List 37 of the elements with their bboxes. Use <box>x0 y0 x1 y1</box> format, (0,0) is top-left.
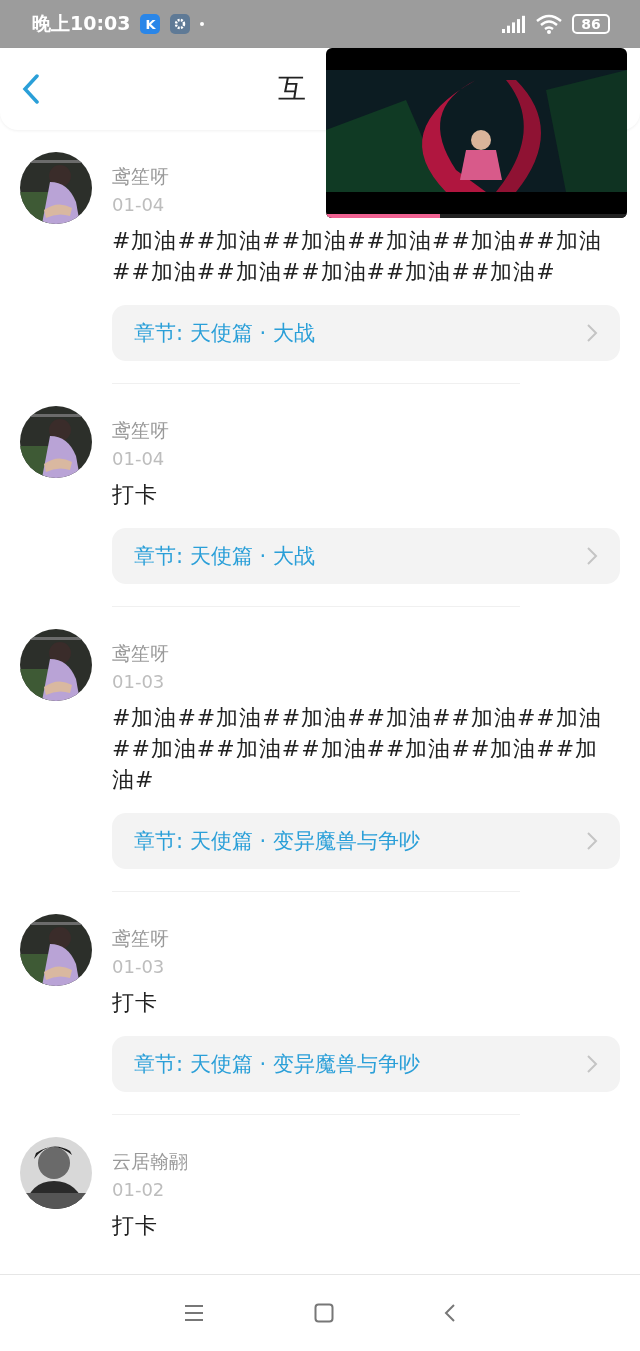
dot-icon <box>200 22 205 26</box>
author-name: 云居翰翮 <box>112 1149 189 1174</box>
status-time: 晚上10:03 <box>32 11 131 36</box>
post-date: 01-03 <box>112 956 166 977</box>
chevron-right-icon <box>586 1054 598 1074</box>
post-date: 01-04 <box>112 194 166 215</box>
author-name: 鸢笙呀 <box>112 641 170 666</box>
back-icon[interactable] <box>22 74 40 104</box>
wifi-icon <box>536 14 562 34</box>
app-notification-icon: K <box>140 14 161 34</box>
author-name: 鸢笙呀 <box>112 418 170 443</box>
post-content: 打卡 <box>112 989 159 1017</box>
chapter-link[interactable]: 章节: 天使篇 · 变异魔兽与争吵 <box>112 1036 620 1092</box>
post-date: 01-03 <box>112 671 166 692</box>
menu-icon[interactable] <box>184 1304 204 1322</box>
chevron-right-icon <box>586 546 598 566</box>
signal-icon <box>502 15 526 33</box>
author-name: 鸢笙呀 <box>112 926 170 951</box>
post-date: 01-02 <box>112 1179 166 1200</box>
settings-icon <box>170 14 191 34</box>
home-icon[interactable] <box>314 1303 334 1323</box>
chapter-link[interactable]: 章节: 天使篇 · 变异魔兽与争吵 <box>112 813 620 869</box>
battery-icon: 86 <box>572 14 610 34</box>
post-content: #加油##加油##加油##加油##加油##加油##加油##加油##加油##加油##加油##加油# <box>112 704 603 794</box>
video-player[interactable] <box>326 48 627 218</box>
author-name: 鸢笙呀 <box>112 164 170 189</box>
post-content: #加油##加油##加油##加油##加油##加油##加油##加油##加油##加油##加油# <box>112 227 603 286</box>
chevron-right-icon <box>586 831 598 851</box>
video-progress-track[interactable] <box>326 214 627 218</box>
chapter-link[interactable]: 章节: 天使篇 · 大战 <box>112 528 620 584</box>
page-title: 互 <box>278 71 306 107</box>
post-content: 打卡 <box>112 1212 159 1240</box>
post-date: 01-04 <box>112 448 166 469</box>
back-icon[interactable] <box>444 1303 456 1323</box>
chapter-link[interactable]: 章节: 天使篇 · 大战 <box>112 305 620 361</box>
post-content: 打卡 <box>112 481 159 509</box>
chevron-right-icon <box>586 323 598 343</box>
